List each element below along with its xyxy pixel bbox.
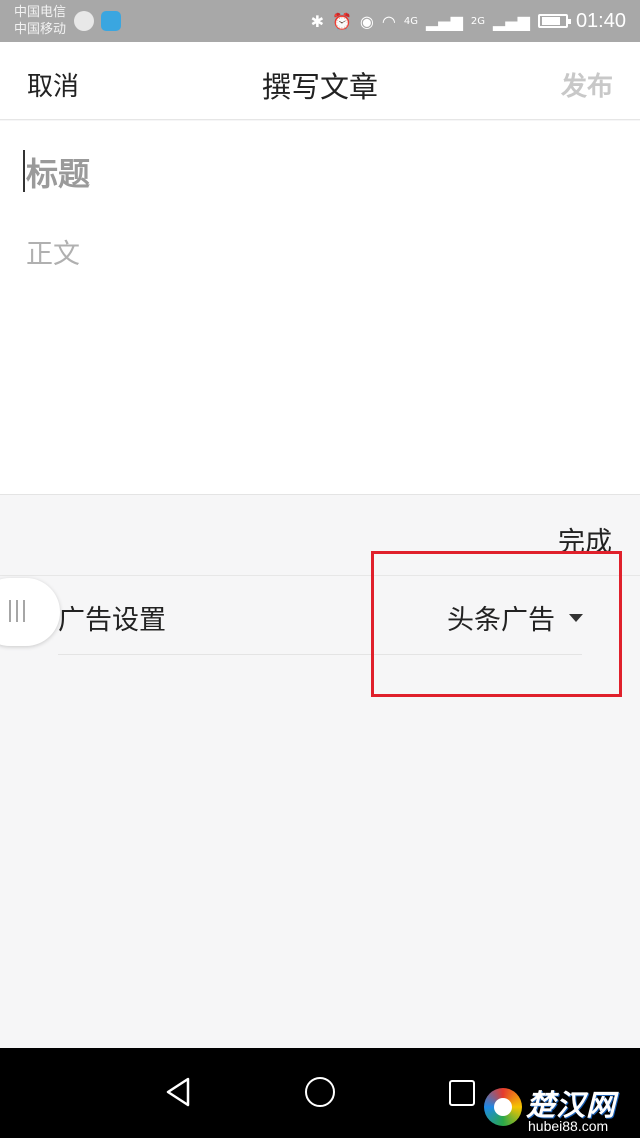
status-bar: 中国电信 中国移动 ✱ ⏰ ◉ ◠ 4G ▂▄▆ 2G ▂▄▆ 01:40 — [0, 0, 640, 42]
page-title: 撰写文章 — [261, 70, 378, 104]
network-4g-label: 4G — [403, 15, 418, 27]
signal-icon: ▂▄▆ — [425, 11, 463, 31]
signal-icon-2: ▂▄▆ — [493, 11, 530, 31]
alarm-icon: ⏰ — [331, 11, 352, 31]
text-cursor — [23, 150, 25, 192]
carrier-info: 中国电信 中国移动 — [14, 4, 66, 38]
shield-icon — [101, 11, 121, 31]
clock: 01:40 — [575, 9, 626, 32]
bluetooth-icon: ✱ — [310, 11, 324, 31]
publish-button[interactable]: 发布 — [561, 66, 613, 103]
drawer-handle[interactable] — [0, 578, 60, 646]
ad-setting-label: 广告设置 — [58, 605, 166, 636]
watermark: 楚汉网 hubei88.com — [480, 1082, 632, 1136]
recent-apps-icon[interactable] — [449, 1080, 475, 1106]
network-2g-label: 2G — [470, 15, 486, 27]
body-input[interactable]: 正文 — [26, 232, 80, 271]
eye-icon: ◉ — [359, 11, 374, 31]
battery-icon — [537, 14, 571, 28]
wifi-icon: ◠ — [381, 11, 396, 31]
top-bar: 取消 撰写文章 发布 — [0, 42, 640, 120]
handle-grip-line — [9, 600, 11, 622]
carrier-2: 中国移动 — [14, 22, 67, 37]
back-icon[interactable] — [164, 1076, 192, 1108]
article-editor[interactable] — [0, 121, 640, 495]
handle-grip-line — [23, 600, 25, 622]
highlight-annotation-box — [371, 551, 622, 697]
status-icons: ✱ ⏰ ◉ ◠ 4G ▂▄▆ 2G ▂▄▆ 01:40 — [311, 9, 626, 33]
home-icon[interactable] — [305, 1077, 335, 1107]
watermark-logo — [484, 1088, 522, 1126]
volume-icon — [74, 11, 94, 31]
carrier-1: 中国电信 — [14, 5, 67, 20]
watermark-url: hubei88.com — [528, 1118, 609, 1134]
title-input[interactable]: 标题 — [26, 149, 90, 195]
handle-grip-line — [16, 600, 18, 622]
